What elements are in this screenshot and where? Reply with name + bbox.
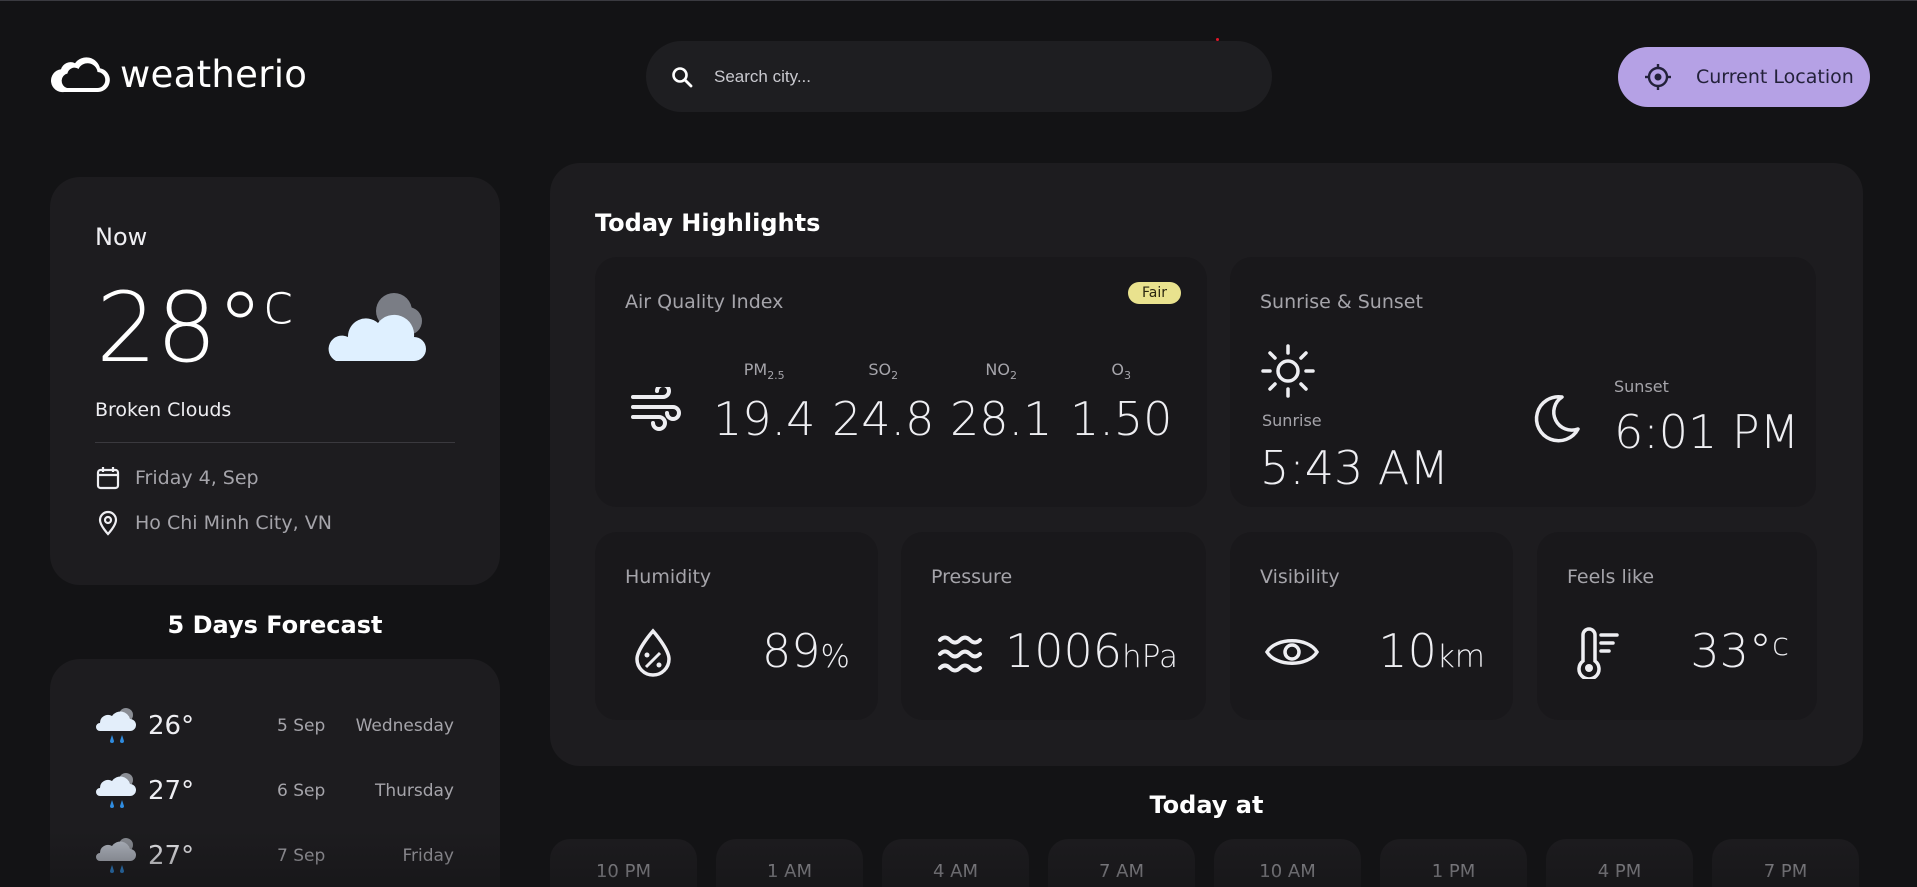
sunrise-time: 5:43 AM [1260, 441, 1450, 495]
now-label: Now [95, 223, 148, 251]
location-pin-icon [98, 510, 118, 536]
sunset-time: 6:01 PM [1614, 405, 1800, 459]
aqi-label: SO2 [868, 360, 899, 383]
sunrise-label: Sunrise [1262, 411, 1322, 430]
current-location-label: Current Location [1696, 66, 1854, 88]
current-weather-card: Now 28°c Broken Clouds Friday 4, Sep Ho … [50, 177, 500, 585]
current-date: Friday 4, Sep [135, 467, 259, 489]
forecast-title: 5 Days Forecast [167, 611, 383, 639]
sun-title: Sunrise & Sunset [1260, 291, 1423, 313]
feels-like-title: Feels like [1567, 566, 1655, 588]
pressure-title: Pressure [931, 566, 1013, 588]
visibility-title: Visibility [1260, 566, 1340, 588]
current-location-button[interactable]: Current Location [1618, 47, 1870, 107]
humidity-title: Humidity [625, 566, 712, 588]
forecast-row: 26° 5 Sep Wednesday [94, 701, 454, 751]
forecast-date: 5 Sep [277, 716, 326, 736]
forecast-weekday: Friday [402, 846, 454, 866]
aqi-so2: SO2 24.8 [832, 360, 934, 446]
hour-card[interactable]: 4 AM [882, 839, 1029, 887]
sun-icon [1261, 344, 1315, 398]
pressure-card: Pressure 1006hPa [901, 532, 1206, 720]
overcast-rain-icon [96, 838, 136, 873]
aqi-label: NO2 [985, 360, 1017, 383]
moon-icon [1534, 394, 1580, 443]
wind-icon [631, 387, 681, 431]
calendar-icon [96, 467, 120, 490]
aqi-label: O3 [1111, 360, 1131, 383]
air-quality-card: Air Quality Index Fair PM2.5 19.4 SO2 24… [595, 257, 1207, 507]
broken-clouds-icon [328, 293, 426, 361]
sunset-label: Sunset [1614, 377, 1669, 396]
temperature-unit: c [263, 272, 294, 337]
rain-clouds-icon [96, 708, 136, 743]
current-temperature: 28°c [96, 272, 294, 384]
app-logo[interactable]: weatherio [50, 53, 307, 96]
date-row: Friday 4, Sep [95, 465, 259, 491]
forecast-date: 7 Sep [277, 846, 326, 866]
hour-card[interactable]: 7 AM [1048, 839, 1195, 887]
search-bar[interactable] [646, 41, 1272, 112]
rain-clouds-icon [96, 773, 136, 808]
highlights-title: Today Highlights [595, 209, 821, 237]
humidity-drop-icon [635, 628, 671, 677]
thermometer-icon [1577, 627, 1619, 679]
hour-card[interactable]: 10 AM [1214, 839, 1361, 887]
search-icon [672, 66, 693, 87]
search-input[interactable] [714, 66, 1214, 87]
pressure-waves-icon [938, 635, 982, 673]
feels-like-value: 33°c [1690, 624, 1789, 678]
forecast-row: 27° 6 Sep Thursday [94, 766, 454, 816]
aqi-pm25: PM2.5 19.4 [713, 360, 815, 446]
humidity-value: 89% [761, 624, 850, 678]
crosshair-icon [1645, 64, 1671, 90]
hour-card[interactable]: 1 PM [1380, 839, 1527, 887]
hour-card[interactable]: 1 AM [716, 839, 863, 887]
visibility-value: 10km [1378, 624, 1485, 678]
hour-card[interactable]: 7 PM [1712, 839, 1859, 887]
pressure-value: 1006hPa [1004, 624, 1178, 678]
forecast-row: 27° 7 Sep Friday [94, 831, 454, 881]
forecast-temp: 27° [148, 841, 195, 871]
eye-icon [1264, 639, 1320, 665]
feels-like-card: Feels like 33°c [1537, 532, 1817, 720]
today-at-title: Today at [1149, 791, 1264, 819]
aqi-status-badge: Fair [1128, 282, 1181, 304]
aqi-no2: NO2 28.1 [950, 360, 1052, 446]
sunrise-sunset-card: Sunrise & Sunset Sunrise 5:43 AM Sunset … [1230, 257, 1816, 507]
aqi-value: 1.50 [1070, 392, 1173, 447]
forecast-temp: 27° [148, 776, 195, 806]
forecast-date: 6 Sep [277, 781, 326, 801]
app-name: weatherio [120, 53, 308, 96]
aqi-value: 24.8 [832, 392, 935, 447]
forecast-temp: 26° [148, 711, 195, 741]
forecast-weekday: Wednesday [355, 716, 454, 736]
weather-description: Broken Clouds [95, 399, 232, 421]
aqi-label: PM2.5 [743, 360, 785, 383]
cloud-logo-icon [51, 56, 110, 92]
forecast-card: 26° 5 Sep Wednesday 27° 6 Sep Thursday 2… [50, 659, 500, 887]
hour-card[interactable]: 10 PM [550, 839, 697, 887]
divider [95, 442, 455, 443]
aqi-o3: O3 1.50 [1070, 360, 1172, 446]
visibility-card: Visibility 10km [1230, 532, 1513, 720]
forecast-weekday: Thursday [374, 781, 454, 801]
aqi-title: Air Quality Index [625, 291, 784, 313]
current-location: Ho Chi Minh City, VN [135, 512, 332, 534]
location-row: Ho Chi Minh City, VN [95, 510, 332, 536]
humidity-card: Humidity 89% [595, 532, 878, 720]
aqi-value: 19.4 [713, 392, 816, 447]
hour-card[interactable]: 4 PM [1546, 839, 1693, 887]
aqi-value: 28.1 [950, 392, 1053, 447]
